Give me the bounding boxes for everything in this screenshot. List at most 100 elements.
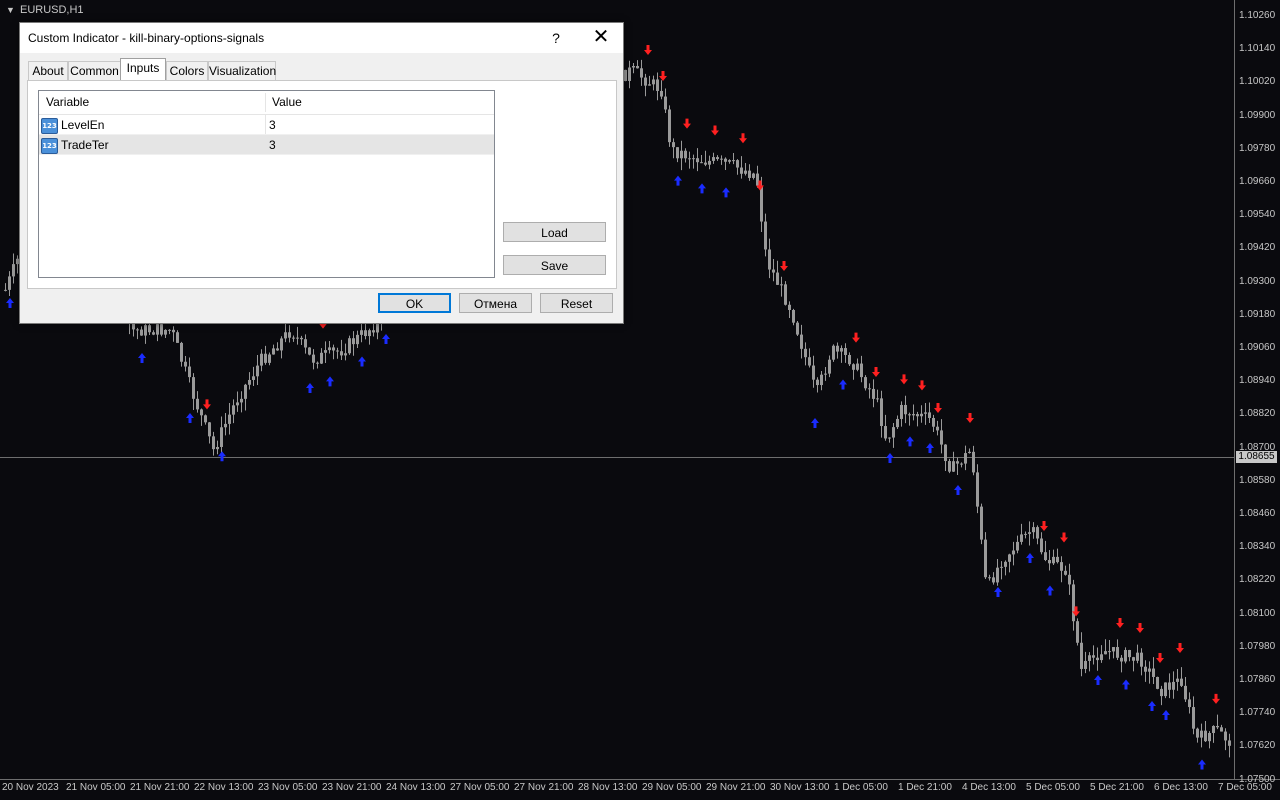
- candle-body: [1060, 562, 1063, 571]
- sell-arrow-icon: [852, 332, 860, 343]
- candle-body: [1196, 728, 1199, 738]
- row-value[interactable]: 3: [269, 115, 276, 135]
- candle-body: [1040, 538, 1043, 553]
- candle-body: [1064, 570, 1067, 575]
- candle-body: [1184, 685, 1187, 700]
- candle-body: [1028, 532, 1031, 534]
- candle-body: [1212, 725, 1215, 734]
- inputs-grid[interactable]: Variable Value 123 LevelEn 3 123 TradeTe…: [38, 90, 495, 278]
- column-header-variable[interactable]: Variable: [46, 91, 89, 114]
- column-divider[interactable]: [265, 93, 266, 112]
- candle-body: [1228, 740, 1231, 746]
- candle-body: [1108, 651, 1111, 653]
- candle-body: [692, 158, 695, 160]
- cancel-button[interactable]: Отмена: [459, 293, 532, 313]
- row-variable: TradeTer: [61, 138, 109, 152]
- candle-body: [1056, 556, 1059, 563]
- candle-body: [1112, 647, 1115, 652]
- buy-arrow-icon: [326, 376, 334, 387]
- candle-body: [1132, 657, 1135, 661]
- reset-button[interactable]: Reset: [540, 293, 613, 313]
- candle-body: [192, 377, 195, 399]
- candle-body: [1104, 651, 1107, 655]
- tab-colors[interactable]: Colors: [166, 61, 208, 80]
- sell-arrow-icon: [644, 45, 652, 55]
- candle-body: [832, 345, 835, 360]
- candle-body: [296, 337, 299, 339]
- sell-arrow-icon: [1212, 693, 1220, 704]
- buy-arrow-icon: [382, 334, 390, 344]
- candle-body: [216, 446, 219, 450]
- candle-body: [1188, 699, 1191, 708]
- buy-arrow-icon: [1046, 585, 1054, 596]
- candle-body: [1036, 527, 1039, 539]
- candle-body: [664, 96, 667, 110]
- grid-row-tradeter[interactable]: 123 TradeTer 3: [39, 135, 494, 155]
- candle-body: [736, 160, 739, 168]
- candle-body: [672, 142, 675, 148]
- load-button[interactable]: Load: [503, 222, 606, 242]
- candle-body: [1136, 652, 1139, 661]
- buy-arrow-icon: [358, 356, 366, 367]
- buy-arrow-icon: [698, 183, 706, 194]
- candle-body: [808, 357, 811, 366]
- candle-body: [212, 436, 215, 450]
- candle-body: [900, 404, 903, 419]
- numeric-123-icon: 123: [41, 118, 58, 134]
- time-tick-label: 6 Dec 13:00: [1154, 782, 1208, 793]
- candle-body: [1000, 566, 1003, 568]
- candle-body: [844, 348, 847, 355]
- price-tick-label: 1.10140: [1239, 43, 1276, 55]
- candle-body: [744, 170, 747, 174]
- custom-indicator-dialog: Custom Indicator - kill-binary-options-s…: [19, 22, 624, 324]
- save-button[interactable]: Save: [503, 255, 606, 275]
- buy-arrow-icon: [926, 443, 934, 453]
- candle-body: [364, 330, 367, 337]
- candle-body: [356, 334, 359, 345]
- candle-body: [980, 506, 983, 540]
- price-tick-label: 1.08580: [1239, 474, 1276, 486]
- price-tick-label: 1.08220: [1239, 574, 1276, 586]
- candle-body: [164, 329, 167, 335]
- dialog-titlebar[interactable]: Custom Indicator - kill-binary-options-s…: [20, 23, 623, 53]
- time-tick-label: 21 Nov 21:00: [130, 782, 190, 793]
- buy-arrow-icon: [306, 383, 314, 393]
- help-button[interactable]: ?: [548, 23, 564, 53]
- row-value[interactable]: 3: [269, 135, 276, 155]
- buy-arrow-icon: [1122, 679, 1130, 690]
- inputs-panel: Variable Value 123 LevelEn 3 123 TradeTe…: [27, 80, 617, 289]
- column-header-value[interactable]: Value: [272, 91, 302, 114]
- tab-about[interactable]: About: [28, 61, 68, 80]
- sell-arrow-icon: [1176, 643, 1184, 653]
- symbol-label: EURUSD,H1: [19, 4, 84, 16]
- tab-visualization[interactable]: Visualization: [208, 61, 276, 80]
- price-tick-label: 1.08940: [1239, 375, 1276, 387]
- candle-body: [1168, 682, 1171, 690]
- grid-row-levelen[interactable]: 123 LevelEn 3: [39, 115, 494, 135]
- candle-body: [264, 353, 267, 363]
- candle-body: [1120, 657, 1123, 662]
- candle-body: [1072, 584, 1075, 622]
- price-tick-label: 1.07860: [1239, 674, 1276, 685]
- candle-body: [352, 338, 355, 345]
- tab-inputs[interactable]: Inputs: [120, 58, 166, 80]
- candle-body: [688, 158, 691, 160]
- candle-body: [248, 379, 251, 385]
- candle-body: [304, 339, 307, 348]
- tab-common[interactable]: Common: [68, 61, 121, 80]
- candle-body: [244, 384, 247, 399]
- candle-body: [676, 147, 679, 159]
- candle-body: [828, 359, 831, 374]
- candle-body: [176, 332, 179, 343]
- candle-body: [788, 304, 791, 311]
- close-button[interactable]: ✕: [586, 23, 616, 53]
- ok-button[interactable]: OK: [378, 293, 451, 313]
- buy-arrow-icon: [954, 485, 962, 495]
- time-tick-label: 24 Nov 13:00: [386, 782, 446, 793]
- candle-body: [988, 577, 991, 579]
- candle-body: [960, 463, 963, 465]
- symbol-menu-icon[interactable]: ▼: [6, 5, 15, 15]
- numeric-123-icon: 123: [41, 138, 58, 154]
- buy-arrow-icon: [218, 451, 226, 462]
- candle-body: [256, 365, 259, 377]
